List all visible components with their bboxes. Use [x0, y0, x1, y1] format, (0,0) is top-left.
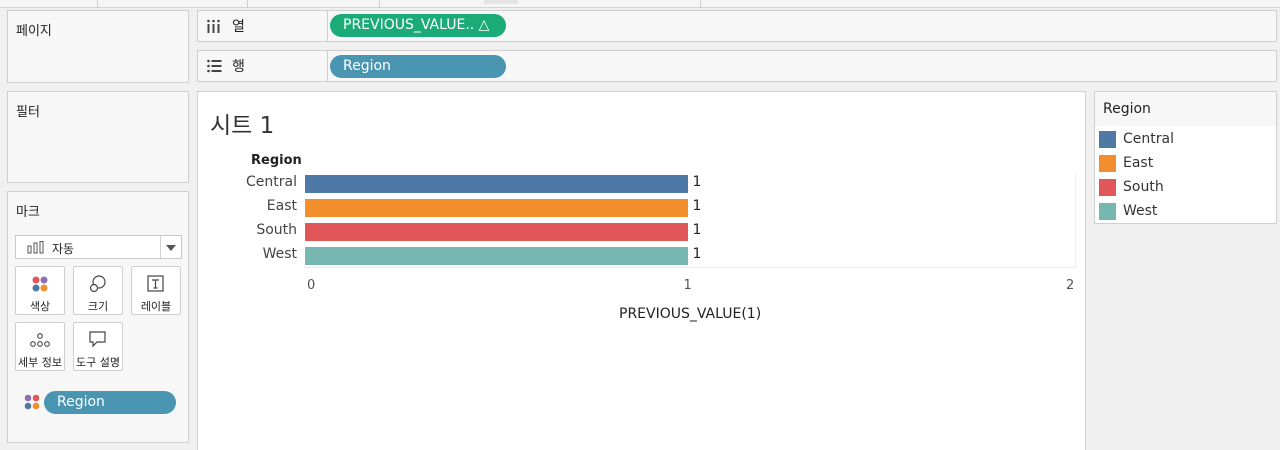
- text-label-icon: [132, 274, 180, 294]
- legend-swatch: [1099, 202, 1116, 220]
- bar-data-label: 1: [692, 198, 702, 214]
- detail-icon: [16, 330, 64, 350]
- rows-label: 행: [232, 59, 245, 75]
- color-button[interactable]: 색상: [15, 266, 65, 315]
- rows-pill[interactable]: Region: [330, 55, 506, 78]
- legend-item-label: East: [1123, 155, 1154, 171]
- pages-title: 페이지: [16, 24, 52, 39]
- bar-mark[interactable]: [305, 199, 688, 217]
- bar-data-label: 1: [692, 174, 702, 190]
- plot-right-border: [1075, 172, 1076, 268]
- label-button[interactable]: 레이블: [131, 266, 181, 315]
- bar-data-label: 1: [692, 222, 702, 238]
- plot-baseline: [304, 267, 1076, 268]
- x-tick-label: 1: [683, 278, 692, 293]
- columns-shelf-label: 열: [198, 11, 328, 41]
- x-tick-label: 0: [307, 278, 316, 293]
- legend-swatch: [1099, 154, 1116, 172]
- columns-shelf[interactable]: 열 PREVIOUS_VALUE.. △: [197, 10, 1277, 42]
- label-label: 레이블: [140, 300, 172, 313]
- size-icon: [74, 274, 122, 294]
- legend-swatch: [1099, 130, 1116, 148]
- tooltip-button[interactable]: 도구 설명: [73, 322, 123, 371]
- color-field-icon: [24, 394, 40, 410]
- worksheet-view: 시트 1 Region Central 1 East 1 South 1 West 1 0 1 2 …: [197, 91, 1086, 450]
- category-label[interactable]: East: [267, 198, 297, 214]
- pages-panel[interactable]: 페이지: [7, 10, 189, 83]
- columns-pill[interactable]: PREVIOUS_VALUE.. △: [330, 14, 506, 37]
- detail-label: 세부 정보: [18, 356, 62, 369]
- size-label: 크기: [87, 300, 109, 313]
- columns-icon: [207, 19, 220, 33]
- top-tab-strip: [0, 0, 1280, 8]
- color-icon: [16, 274, 64, 294]
- tab-divider: [247, 0, 248, 8]
- category-label[interactable]: Central: [246, 174, 297, 190]
- category-label[interactable]: South: [256, 222, 297, 238]
- rows-icon: [207, 59, 222, 73]
- marks-title: 마크: [16, 205, 40, 220]
- legend-item[interactable]: South: [1099, 178, 1164, 196]
- size-button[interactable]: 크기: [73, 266, 123, 315]
- x-axis-title: PREVIOUS_VALUE(1): [619, 306, 762, 322]
- legend-item-label: South: [1123, 179, 1164, 195]
- dropdown-divider: [160, 236, 161, 258]
- tab-divider: [379, 0, 380, 8]
- tab-divider: [700, 0, 701, 8]
- rows-shelf[interactable]: 행 Region: [197, 50, 1277, 82]
- legend-item-label: Central: [1123, 131, 1174, 147]
- x-tick-label: 2: [1066, 278, 1075, 293]
- mark-type-label: 자동: [52, 242, 75, 256]
- columns-label: 열: [232, 19, 245, 35]
- mark-type-dropdown[interactable]: 자동: [15, 235, 182, 259]
- tooltip-icon: [74, 330, 122, 350]
- legend-title[interactable]: Region: [1095, 92, 1276, 126]
- bar-data-label: 1: [692, 246, 702, 262]
- rows-shelf-label: 행: [198, 51, 328, 81]
- legend-item-label: West: [1123, 203, 1158, 219]
- legend-item[interactable]: East: [1099, 154, 1153, 172]
- bar-mark[interactable]: [305, 247, 688, 265]
- filters-panel[interactable]: 필터: [7, 91, 189, 183]
- bar-mark[interactable]: [305, 175, 688, 193]
- chevron-down-icon: [166, 245, 176, 251]
- color-label: 색상: [29, 300, 51, 313]
- marks-panel: 마크 자동 색상 크기 레이블 세부 정보 도구 설명 Region: [7, 191, 189, 443]
- legend-swatch: [1099, 178, 1116, 196]
- category-label[interactable]: West: [263, 246, 297, 262]
- bar-chart-icon: [27, 241, 44, 254]
- tooltip-label: 도구 설명: [76, 356, 120, 369]
- color-legend: Region Central East South West: [1094, 91, 1277, 224]
- legend-item[interactable]: Central: [1099, 130, 1174, 148]
- tab-highlight: [484, 0, 518, 4]
- row-header: Region: [251, 153, 302, 168]
- filters-title: 필터: [16, 105, 40, 120]
- bar-mark[interactable]: [305, 223, 688, 241]
- detail-button[interactable]: 세부 정보: [15, 322, 65, 371]
- sheet-title: 시트 1: [210, 113, 275, 139]
- tab-divider: [97, 0, 98, 8]
- color-field-pill[interactable]: Region: [44, 391, 176, 414]
- legend-item[interactable]: West: [1099, 202, 1157, 220]
